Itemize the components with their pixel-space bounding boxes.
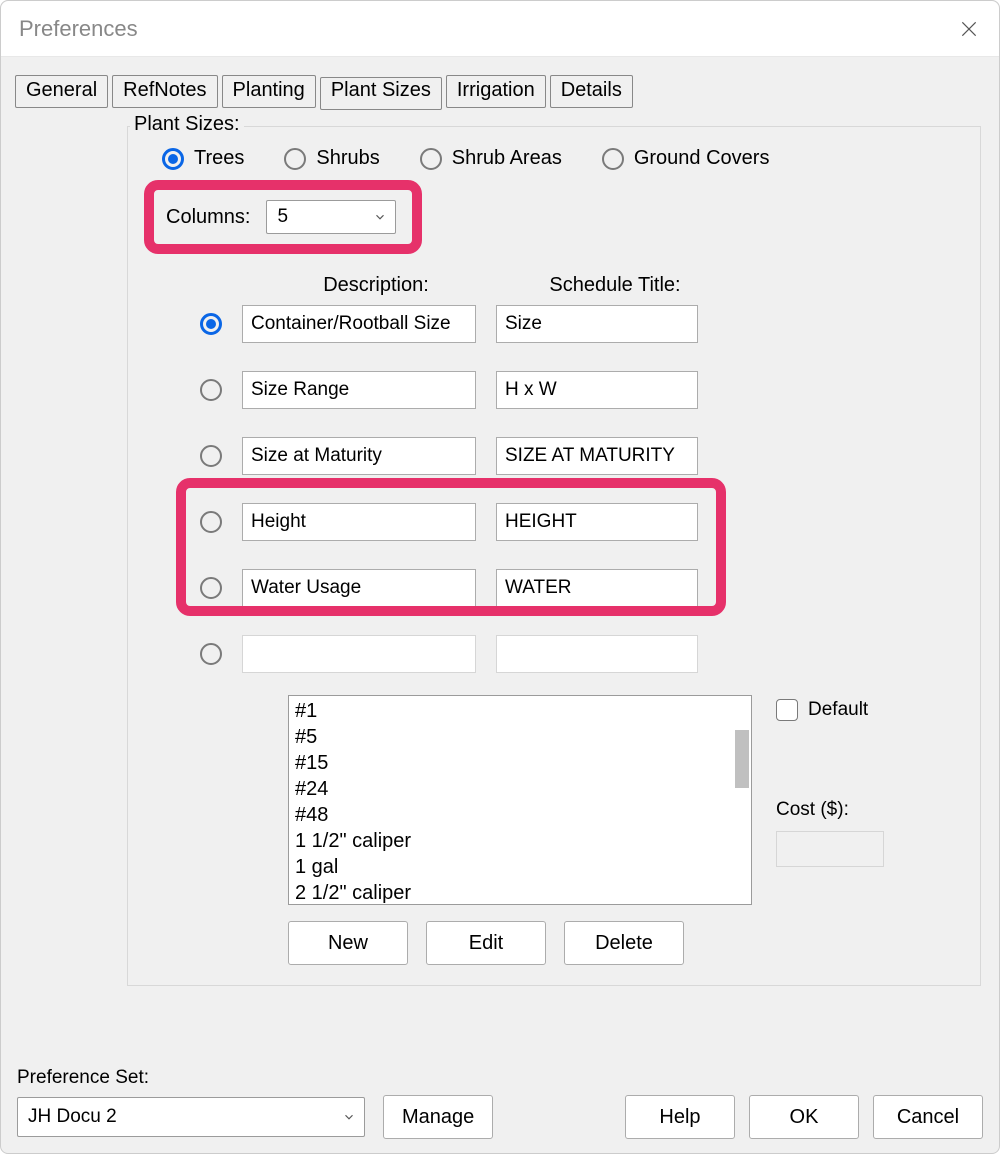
size-list[interactable]: #1 #5 #15 #24 #48 1 1/2" caliper 1 gal 2… (288, 695, 752, 905)
row-radio-1[interactable] (200, 379, 222, 401)
row-radio-0[interactable] (200, 313, 222, 335)
radio-ground-covers-label: Ground Covers (634, 147, 770, 170)
row-desc-2[interactable] (242, 437, 476, 475)
column-row-5 (200, 635, 964, 673)
row-radio-4[interactable] (200, 577, 222, 599)
chevron-down-icon (342, 1110, 356, 1124)
fieldset-legend: Plant Sizes: (130, 113, 244, 136)
columns-highlight: Columns: 5 (144, 180, 422, 254)
column-row-2 (200, 437, 964, 475)
list-item[interactable]: #5 (295, 724, 745, 750)
row-desc-0[interactable] (242, 305, 476, 343)
row-title-3[interactable] (496, 503, 698, 541)
row-title-0[interactable] (496, 305, 698, 343)
row-radio-2[interactable] (200, 445, 222, 467)
row-title-1[interactable] (496, 371, 698, 409)
column-row-0 (200, 305, 964, 343)
lower-area: #1 #5 #15 #24 #48 1 1/2" caliper 1 gal 2… (288, 695, 964, 905)
cancel-button[interactable]: Cancel (873, 1095, 983, 1139)
list-item[interactable]: #1 (295, 698, 745, 724)
column-headers: Description: Schedule Title: (250, 274, 964, 297)
side-panel: Default Cost ($): (776, 695, 884, 905)
edit-button[interactable]: Edit (426, 921, 546, 965)
row-title-2[interactable] (496, 437, 698, 475)
columns-label: Columns: (166, 206, 250, 229)
radio-trees[interactable]: Trees (162, 147, 244, 170)
default-label: Default (808, 699, 868, 721)
close-icon[interactable] (957, 17, 981, 41)
list-item[interactable]: #24 (295, 776, 745, 802)
row-radio-3[interactable] (200, 511, 222, 533)
scrollbar-thumb[interactable] (735, 730, 749, 788)
tab-plant-sizes[interactable]: Plant Sizes (320, 77, 442, 110)
footer-right: Help OK Cancel (625, 1095, 983, 1139)
cost-label: Cost ($): (776, 799, 884, 821)
manage-button[interactable]: Manage (383, 1095, 493, 1139)
row-desc-4[interactable] (242, 569, 476, 607)
column-row-1 (200, 371, 964, 409)
window-title: Preferences (19, 16, 138, 42)
tab-refnotes[interactable]: RefNotes (112, 75, 217, 108)
delete-button[interactable]: Delete (564, 921, 684, 965)
columns-value: 5 (277, 206, 288, 228)
column-row-4 (200, 569, 964, 607)
chevron-down-icon (373, 210, 387, 224)
cost-field (776, 831, 884, 867)
tabbar: General RefNotes Planting Plant Sizes Ir… (15, 75, 985, 108)
cost-wrap: Cost ($): (776, 799, 884, 867)
columns-select[interactable]: 5 (266, 200, 396, 234)
plant-sizes-fieldset: Plant Sizes: Trees Shrubs Shrub Areas Gr… (127, 126, 981, 986)
list-item[interactable]: 1 gal (295, 854, 745, 880)
default-checkbox[interactable]: Default (776, 699, 884, 721)
radio-shrubs[interactable]: Shrubs (284, 147, 379, 170)
row-radio-5[interactable] (200, 643, 222, 665)
preference-set-value: JH Docu 2 (28, 1106, 117, 1128)
list-item[interactable]: #15 (295, 750, 745, 776)
content: General RefNotes Planting Plant Sizes Ir… (1, 57, 999, 1000)
preference-set-select[interactable]: JH Docu 2 (17, 1097, 365, 1137)
column-row-3 (200, 503, 964, 541)
row-title-4[interactable] (496, 569, 698, 607)
tab-planting[interactable]: Planting (222, 75, 316, 108)
new-button[interactable]: New (288, 921, 408, 965)
preference-set-wrap: Preference Set: JH Docu 2 Manage (17, 1067, 493, 1139)
row-desc-3[interactable] (242, 503, 476, 541)
row-title-5 (496, 635, 698, 673)
columns-area: Description: Schedule Title: (144, 254, 964, 965)
plant-type-row: Trees Shrubs Shrub Areas Ground Covers (144, 139, 964, 176)
titlebar: Preferences (1, 1, 999, 57)
radio-shrubs-label: Shrubs (316, 147, 379, 170)
radio-trees-label: Trees (194, 147, 244, 170)
preferences-window: Preferences General RefNotes Planting Pl… (0, 0, 1000, 1154)
tab-irrigation[interactable]: Irrigation (446, 75, 546, 108)
list-item[interactable]: #48 (295, 802, 745, 828)
list-item[interactable]: 1 1/2" caliper (295, 828, 745, 854)
radio-shrub-areas-label: Shrub Areas (452, 147, 562, 170)
preference-set-label: Preference Set: (17, 1067, 493, 1089)
tab-general[interactable]: General (15, 75, 108, 108)
tab-details[interactable]: Details (550, 75, 633, 108)
help-button[interactable]: Help (625, 1095, 735, 1139)
list-item[interactable]: 3" caliper (295, 900, 745, 905)
ok-button[interactable]: OK (749, 1095, 859, 1139)
radio-shrub-areas[interactable]: Shrub Areas (420, 147, 562, 170)
list-buttons: New Edit Delete (288, 921, 964, 965)
checkbox-box (776, 699, 798, 721)
radio-ground-covers[interactable]: Ground Covers (602, 147, 770, 170)
header-schedule-title: Schedule Title: (512, 274, 718, 297)
footer: Preference Set: JH Docu 2 Manage Help OK… (17, 1067, 983, 1139)
row-desc-5 (242, 635, 476, 673)
header-description: Description: (250, 274, 502, 297)
row-desc-1[interactable] (242, 371, 476, 409)
